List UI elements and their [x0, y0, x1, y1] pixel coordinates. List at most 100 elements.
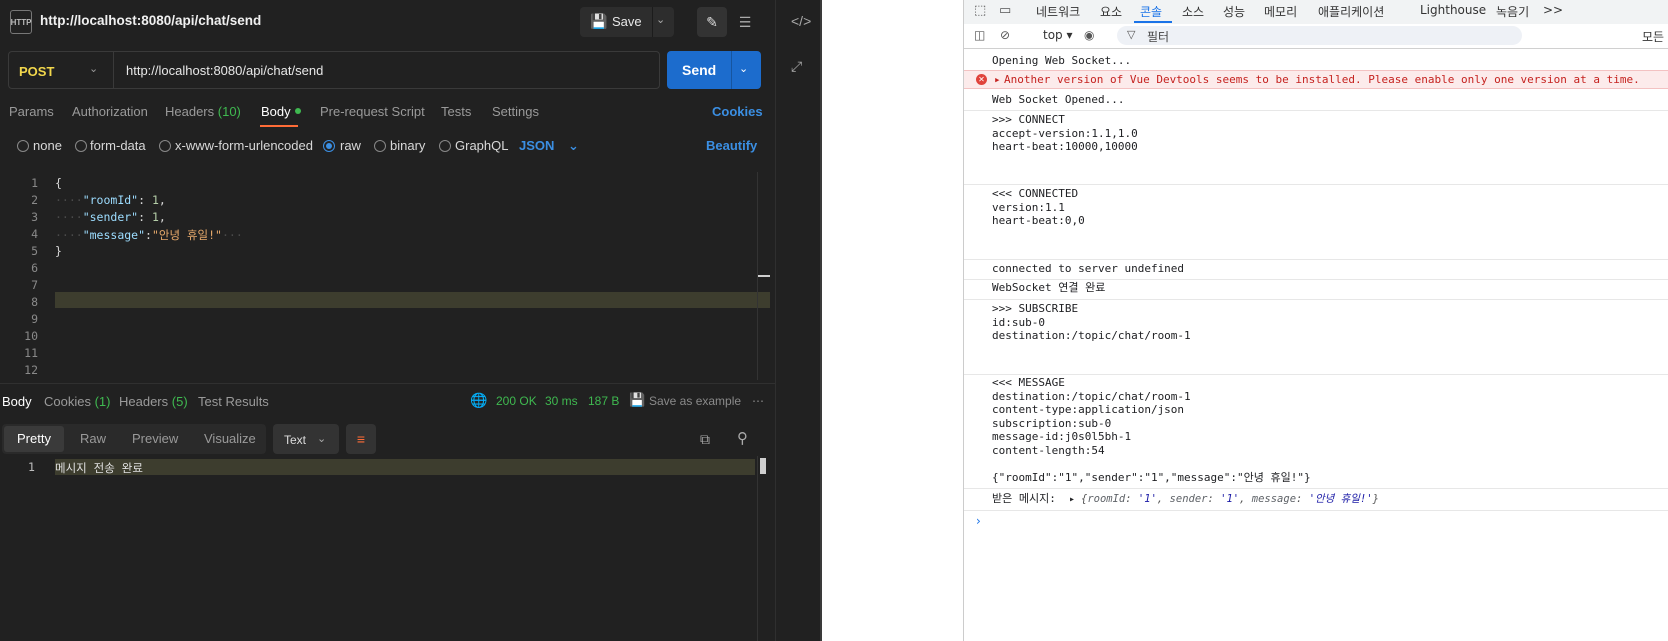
- format-visualize[interactable]: Visualize: [204, 431, 256, 446]
- expand-icon[interactable]: ⤢: [791, 58, 802, 75]
- logged-object[interactable]: {roomId: '1', sender: '1', message: '안녕 …: [1081, 493, 1379, 507]
- save-as-example-button[interactable]: Save as example: [649, 394, 741, 408]
- code-line: ····"roomId": 1,: [55, 193, 166, 207]
- radio-graphql[interactable]: [439, 140, 451, 152]
- comments-icon[interactable]: ☰: [730, 7, 760, 37]
- line-number: 4: [31, 227, 38, 241]
- filter-placeholder: 필터: [1147, 30, 1170, 44]
- resp-tab-cookies[interactable]: Cookies (1): [44, 394, 110, 409]
- beautify-button[interactable]: Beautify: [706, 138, 757, 153]
- console-separator: [964, 374, 1668, 375]
- tab-tests[interactable]: Tests: [441, 104, 471, 119]
- filter-input[interactable]: ▽ 필터: [1117, 26, 1522, 45]
- resp-tab-test-results[interactable]: Test Results: [198, 394, 269, 409]
- url-input[interactable]: http://localhost:8080/api/chat/send: [126, 63, 323, 78]
- globe-icon[interactable]: 🌐: [470, 392, 487, 409]
- console-prompt-icon[interactable]: ›: [976, 514, 981, 528]
- expand-arrow-icon[interactable]: ▸: [1069, 493, 1075, 507]
- save-divider: [652, 7, 653, 37]
- radio-binary[interactable]: [374, 140, 386, 152]
- tab-application[interactable]: 애플리케이션: [1318, 3, 1384, 20]
- context-select[interactable]: top ▾: [1043, 28, 1073, 42]
- json-key: "roomId": [82, 193, 139, 207]
- line-number: 1: [31, 176, 38, 190]
- tab-memory[interactable]: 메모리: [1264, 3, 1297, 20]
- line-number: 10: [24, 329, 38, 343]
- tab-console[interactable]: 콘솔: [1140, 3, 1162, 20]
- active-tab-indicator: [1134, 21, 1172, 23]
- tab-network[interactable]: 네트워크: [1036, 3, 1080, 20]
- edit-pencil-icon[interactable]: ✎: [697, 7, 727, 37]
- chevron-down-icon[interactable]: ⌄: [739, 62, 748, 75]
- radio-binary-label: binary: [390, 138, 426, 153]
- obj-value: '1': [1137, 493, 1157, 505]
- response-time[interactable]: 30 ms: [545, 394, 578, 408]
- search-icon[interactable]: ⚲: [737, 429, 748, 447]
- obj-value: '안녕 휴일!': [1308, 493, 1373, 505]
- tab-body[interactable]: Body: [261, 104, 301, 119]
- console-separator: [964, 510, 1668, 511]
- response-scrollbar[interactable]: [757, 456, 771, 641]
- wrap-lines-icon[interactable]: ≡: [346, 424, 376, 454]
- cookies-count: (1): [94, 394, 111, 409]
- tab-elements[interactable]: 요소: [1100, 3, 1122, 20]
- context-label: top: [1043, 28, 1063, 42]
- response-type-label: Text: [284, 433, 307, 447]
- resp-tab-body[interactable]: Body: [2, 394, 32, 409]
- radio-raw-label: raw: [340, 138, 361, 153]
- device-toolbar-icon[interactable]: ▭: [999, 3, 1011, 18]
- save-button[interactable]: 💾 Save ⌄: [580, 7, 674, 37]
- json-value: 1: [151, 210, 159, 224]
- tab-params[interactable]: Params: [9, 104, 54, 119]
- cookies-link[interactable]: Cookies: [712, 104, 763, 119]
- tab-recorder[interactable]: 녹음기: [1496, 3, 1529, 20]
- radio-urlencoded[interactable]: [159, 140, 171, 152]
- response-body-text[interactable]: 메시지 전송 완료: [55, 460, 143, 476]
- url-bar: POST ⌄ http://localhost:8080/api/chat/se…: [8, 51, 660, 89]
- console-message: <<< MESSAGE destination:/topic/chat/room…: [964, 376, 1668, 488]
- active-tab-indicator: [260, 125, 298, 127]
- code-snippet-icon[interactable]: </>: [791, 13, 811, 29]
- radio-none[interactable]: [17, 140, 29, 152]
- scrollbar-thumb[interactable]: [760, 458, 766, 474]
- resp-tab-headers[interactable]: Headers (5): [119, 394, 188, 409]
- postman-panel: HTTP http://localhost:8080/api/chat/send…: [0, 0, 820, 641]
- scrollbar-thumb[interactable]: [758, 275, 770, 277]
- response-type-select[interactable]: Text ⌄: [273, 424, 339, 454]
- more-tabs-icon[interactable]: >>: [1543, 3, 1563, 17]
- body-language-select[interactable]: JSON ⌄: [519, 138, 579, 154]
- format-preview[interactable]: Preview: [132, 431, 178, 446]
- chevron-down-icon[interactable]: ⌄: [89, 62, 98, 75]
- status-code[interactable]: 200 OK: [496, 394, 537, 408]
- more-options-icon[interactable]: ⋯: [752, 394, 764, 408]
- radio-form-data[interactable]: [75, 140, 87, 152]
- live-expression-eye-icon[interactable]: ◉: [1084, 28, 1094, 42]
- console-error[interactable]: ✕ ▸ Another version of Vue Devtools seem…: [964, 70, 1668, 89]
- inspect-element-icon[interactable]: ⬚: [974, 3, 986, 18]
- send-button[interactable]: Send ⌄: [667, 51, 761, 89]
- tab-lighthouse[interactable]: Lighthouse: [1420, 3, 1486, 17]
- radio-raw[interactable]: [323, 140, 335, 152]
- clear-console-icon[interactable]: ⊘: [1000, 28, 1010, 42]
- console-toolbar: ◫ ⊘ top ▾ ◉ ▽ 필터 모든 수: [964, 24, 1668, 49]
- line-number: 6: [31, 261, 38, 275]
- copy-icon[interactable]: ⧉: [700, 431, 710, 448]
- format-raw[interactable]: Raw: [80, 431, 106, 446]
- obj-key: sender: [1169, 493, 1208, 505]
- method-select[interactable]: POST: [19, 64, 54, 79]
- sidebar-toggle-icon[interactable]: ◫: [974, 28, 985, 42]
- tab-settings[interactable]: Settings: [492, 104, 539, 119]
- radio-none-label: none: [33, 138, 62, 153]
- tab-prerequest-script[interactable]: Pre-request Script: [320, 104, 425, 119]
- console-message: <<< CONNECTED version:1.1 heart-beat:0,0: [964, 186, 1668, 259]
- log-levels-select[interactable]: 모든 수: [1642, 28, 1668, 45]
- response-size[interactable]: 187 B: [588, 394, 619, 408]
- tab-authorization[interactable]: Authorization: [72, 104, 148, 119]
- expand-arrow-icon[interactable]: ▸: [994, 73, 1001, 87]
- resp-headers-count: (5): [171, 394, 188, 409]
- tab-performance[interactable]: 성능: [1223, 3, 1245, 20]
- tab-sources[interactable]: 소스: [1182, 3, 1204, 20]
- tab-headers[interactable]: Headers (10): [165, 104, 241, 119]
- chevron-down-icon[interactable]: ⌄: [656, 13, 665, 26]
- format-pretty[interactable]: Pretty: [17, 431, 51, 446]
